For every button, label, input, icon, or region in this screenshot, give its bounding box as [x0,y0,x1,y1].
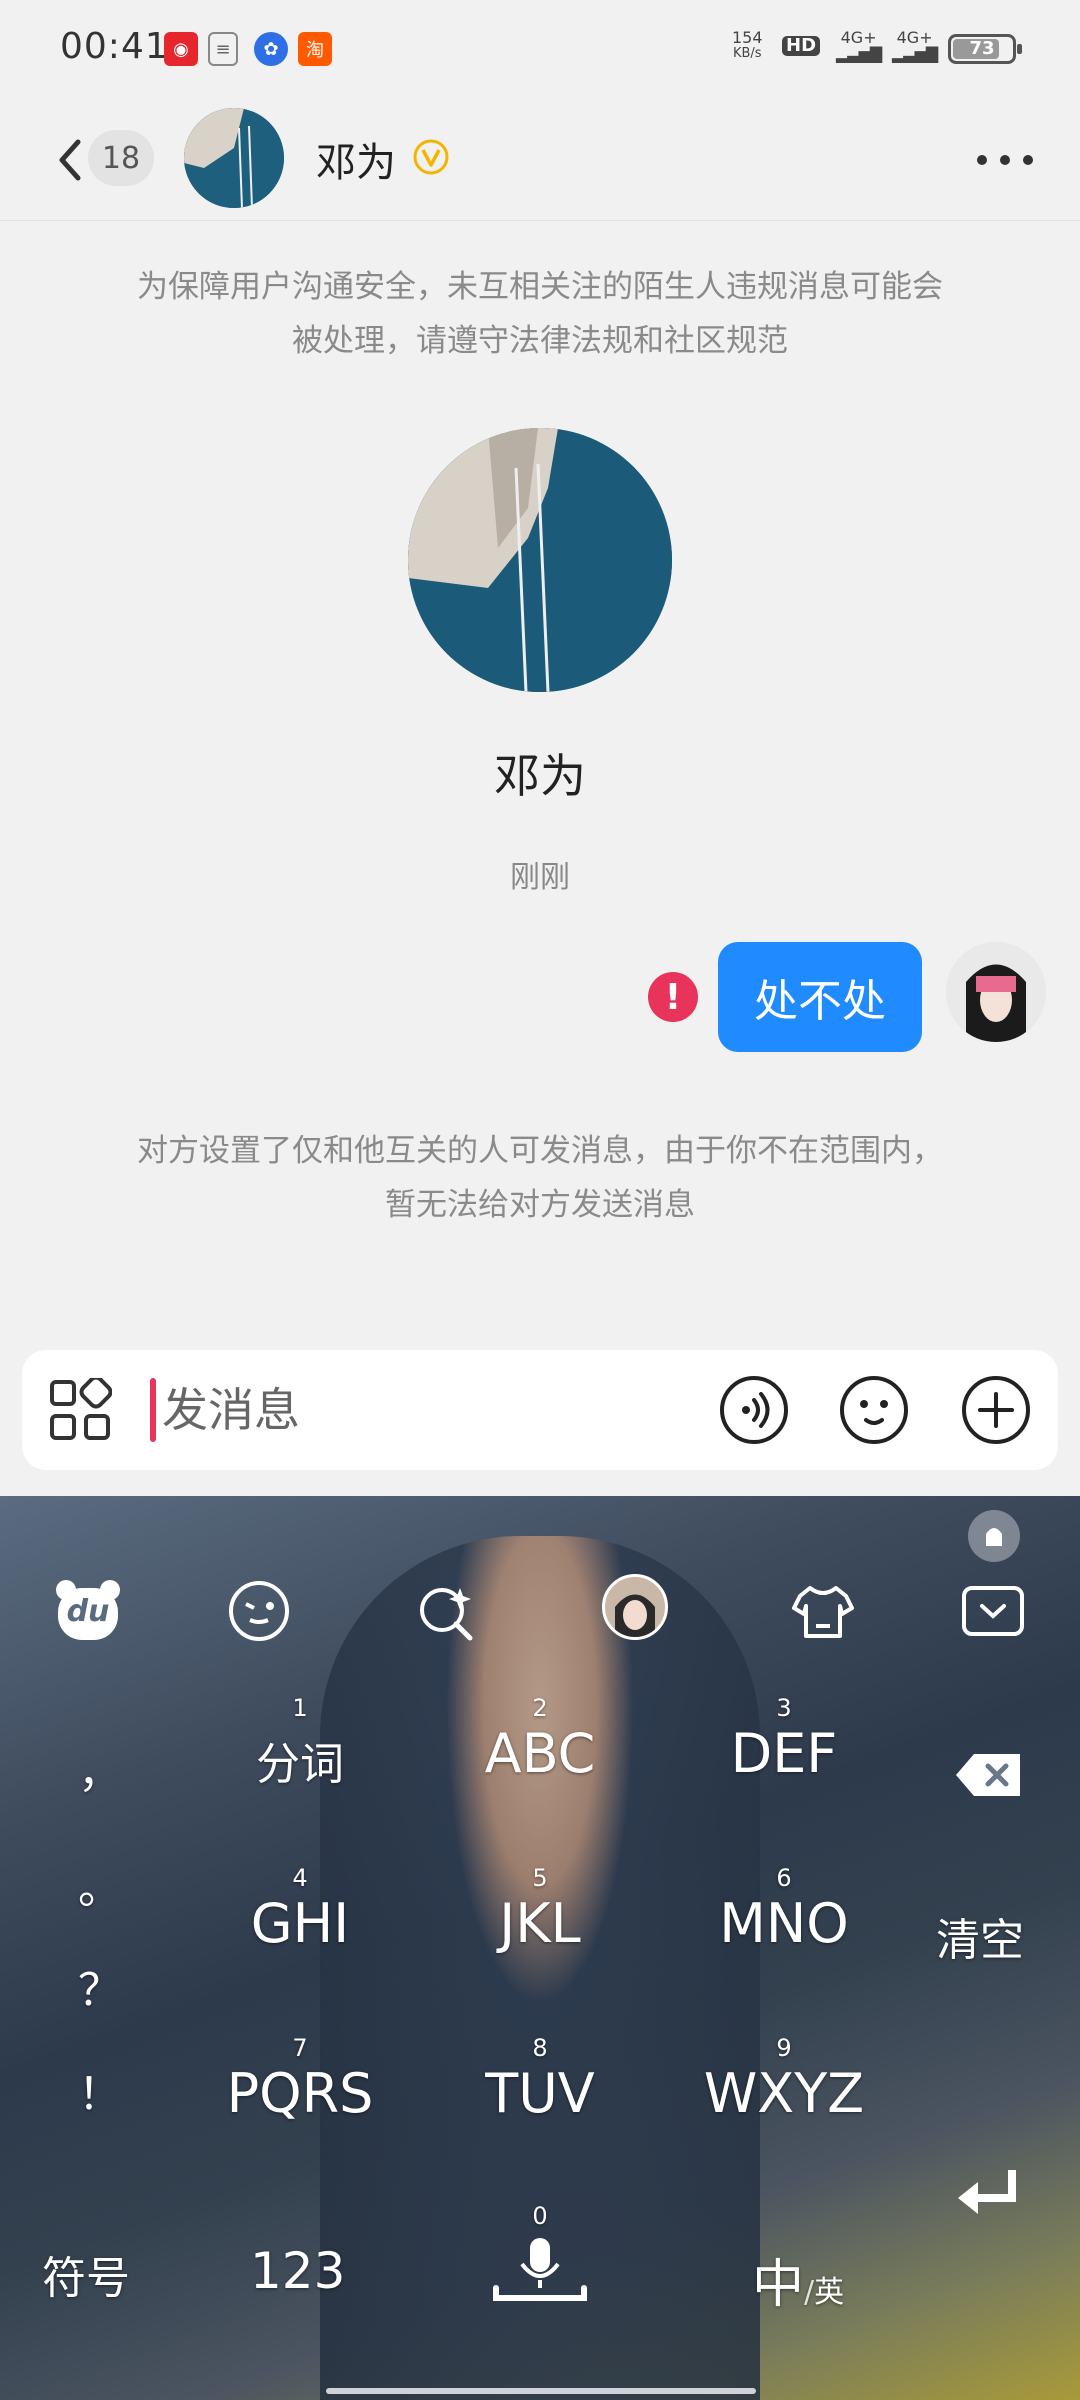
emoticon-icon[interactable] [224,1576,294,1646]
key-number: 3 [776,1694,792,1722]
profile-avatar[interactable] [408,428,672,692]
key-number: 8 [532,2034,548,2062]
home-indicator[interactable] [326,2388,756,2394]
taobao-icon: 淘 [298,32,332,66]
send-failed-icon[interactable]: ! [648,972,698,1022]
baidu-du-logo-icon[interactable]: du [52,1576,124,1646]
apps-grid-icon[interactable] [48,1378,112,1442]
key-number: 2 [532,1694,548,1722]
baidu-icon: ✿ [254,32,288,66]
key-number: 6 [776,1864,792,1892]
voice-message-icon[interactable] [718,1374,790,1446]
signal-bars-icon: ▂▃▅▇ [836,44,882,63]
key-4[interactable]: 4 GHI [200,1864,400,1955]
punct-comma-key[interactable]: ， [78,1736,122,1800]
theme-shirt-icon[interactable] [788,1576,858,1646]
punct-exclaim-key[interactable]: ！ [78,2058,122,2122]
key-number: 7 [292,2034,308,2062]
hide-keyboard-icon[interactable] [958,1576,1028,1646]
message-input[interactable]: 发消息 [162,1376,300,1444]
message-input-bar: 发消息 [22,1350,1058,1470]
key-9[interactable]: 9 WXYZ [684,2034,884,2125]
signal-bars-icon: ▂▃▅▇ [892,44,938,63]
ime-keyboard: du ， 。 ？ ！ 1 分词 2 ABC 3 DEF 4 GHI 5 JKL … [0,1496,1080,2400]
status-time: 00:41 [60,26,169,67]
sent-message-bubble[interactable]: 处不处 [718,942,922,1052]
key-label: WXYZ [703,2062,865,2125]
numbers-key[interactable]: 123 [250,2242,345,2300]
add-more-icon[interactable] [960,1374,1032,1446]
key-label: DEF [730,1722,838,1785]
verified-badge-icon [413,139,449,175]
contact-avatar[interactable] [184,108,284,208]
key-1[interactable]: 1 分词 [200,1694,400,1792]
punct-question-key[interactable]: ？ [78,1954,122,2018]
unread-count-badge[interactable]: 18 [88,130,154,186]
safety-notice: 为保障用户沟通安全，未互相关注的陌生人违规消息可能会被处理，请遵守法律法规和社区… [137,269,943,359]
key-3[interactable]: 3 DEF [684,1694,884,1785]
key-5[interactable]: 5 JKL [440,1864,640,1955]
document-icon: ≡ [208,32,238,66]
key-7[interactable]: 7 PQRS [200,2034,400,2125]
hd-icon: HD [782,36,821,56]
signal-sim2: 4G+ ▂▃▅▇ [892,30,938,63]
ai-search-icon[interactable] [412,1576,482,1646]
emoji-icon[interactable] [838,1374,910,1446]
key-number: 4 [292,1864,308,1892]
key-8[interactable]: 8 TUV [440,2034,640,2125]
key-label: GHI [250,1892,350,1955]
key-number: 1 [292,1694,308,1722]
enter-key-icon[interactable] [952,2158,1022,2228]
key-2[interactable]: 2 ABC [440,1694,640,1785]
space-voice-key[interactable]: 0 [480,2202,600,2314]
key-number: 0 [532,2202,548,2230]
lang-main-label: 中 [751,2255,804,2315]
weibo-icon: ◉ [164,32,198,66]
net-speed-value: 154 [732,28,763,47]
net-speed-unit: KB/s [732,46,762,61]
backspace-icon[interactable] [954,1750,1024,1800]
battery-level: 73 [969,38,995,59]
chat-header: 18 邓为 [0,100,1080,221]
timestamp: 刚刚 [510,860,570,895]
text-cursor [150,1378,156,1442]
key-label: JKL [499,1892,581,1955]
skin-avatar-icon[interactable] [602,1574,668,1640]
profile-name: 邓为 [494,749,586,803]
lang-alt-label: 英 [814,2275,845,2310]
language-switch-key[interactable]: 中/英 [728,2242,868,2317]
symbols-key[interactable]: 符号 [42,2242,130,2306]
contact-name[interactable]: 邓为 [316,130,396,188]
status-bar: 00:41 ◉ ≡ ✿ 淘 154 KB/s HD 4G+ ▂▃▅▇ 4G+ ▂… [0,0,1080,100]
key-label: ABC [484,1722,596,1785]
net-speed: 154 KB/s [732,30,763,62]
du-logo-text: du [66,1594,110,1629]
more-options-icon[interactable] [970,140,1040,180]
key-label: TUV [485,2062,595,2125]
lang-separator: / [803,2275,815,2310]
key-6[interactable]: 6 MNO [684,1864,884,1955]
key-number: 5 [532,1864,548,1892]
battery-icon: 73 [948,34,1022,64]
key-label: PQRS [226,2062,374,2125]
my-avatar[interactable] [946,942,1046,1042]
key-label: 分词 [256,1739,344,1790]
privacy-lock-icon[interactable] [964,1506,1024,1566]
key-label: MNO [719,1892,849,1955]
key-number: 9 [776,2034,792,2062]
blocked-notice: 对方设置了仅和他互关的人可发消息，由于你不在范围内，暂无法给对方发送消息 [137,1133,943,1223]
punct-period-key[interactable]: 。 [78,1852,122,1916]
clear-key[interactable]: 清空 [936,1904,1024,1968]
signal-sim1: 4G+ ▂▃▅▇ [836,30,882,63]
microphone-icon [493,2238,587,2301]
